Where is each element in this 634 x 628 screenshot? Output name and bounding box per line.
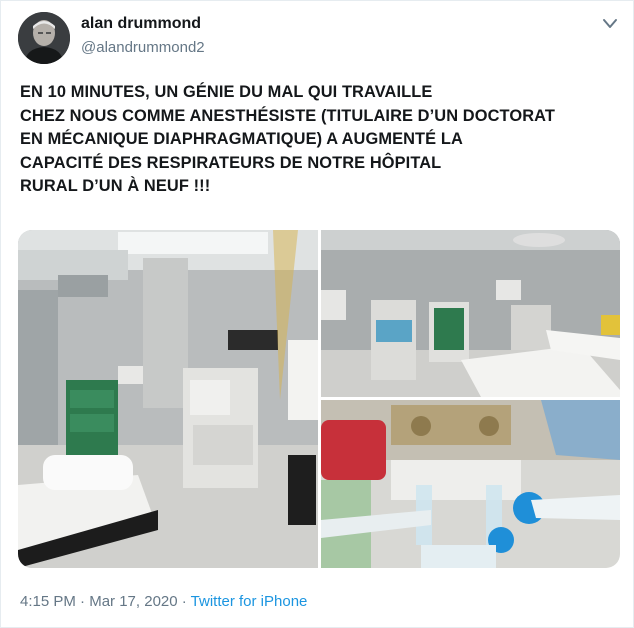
meta-separator: · [75, 593, 90, 610]
media-photo-3[interactable] [321, 400, 620, 568]
tweet-meta: 4:15 PM · Mar 17, 2020 · Twitter for iPh… [20, 593, 307, 610]
author-avatar[interactable] [18, 12, 70, 64]
tweet-source-link[interactable]: Twitter for iPhone [191, 593, 308, 610]
author-handle[interactable]: @alandrummond2 [81, 39, 205, 56]
tweet-time[interactable]: 4:15 PM [20, 593, 76, 610]
media-photo-1[interactable] [18, 230, 318, 568]
chevron-down-icon[interactable] [602, 17, 618, 31]
media-photo-2[interactable] [321, 230, 620, 397]
avatar-photo [18, 12, 70, 64]
meta-separator: · [177, 593, 191, 610]
ventilator-splitter-image [321, 400, 620, 568]
tweet-date[interactable]: Mar 17, 2020 [89, 593, 177, 610]
author-name[interactable]: alan drummond [81, 15, 201, 33]
ventilator-room-image [321, 230, 620, 397]
tweet-card: alan drummond @alandrummond2 EN 10 MINUT… [0, 0, 634, 628]
tweet-text: EN 10 MINUTES, UN GÉNIE DU MAL QUI TRAVA… [20, 83, 555, 195]
media-grid [18, 230, 620, 568]
operating-room-image [18, 230, 318, 568]
